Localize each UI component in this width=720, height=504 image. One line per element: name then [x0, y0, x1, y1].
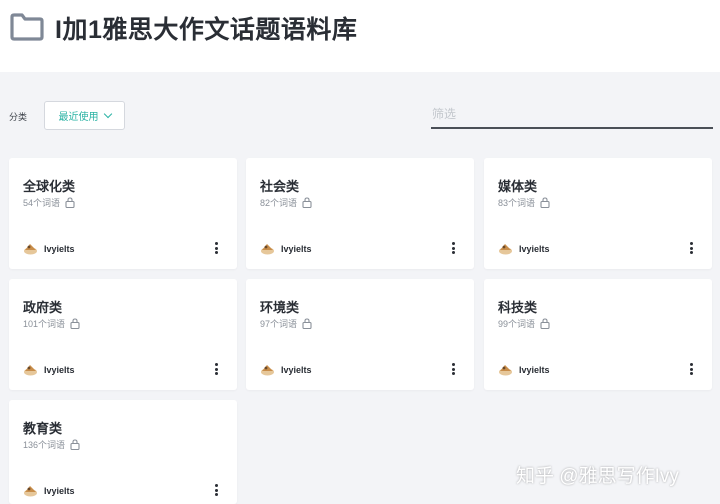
topic-card-globalization[interactable]: 全球化类 54个词语 Ivyielts: [9, 158, 237, 269]
card-author: Ivyielts: [23, 241, 75, 256]
lock-icon: [70, 439, 80, 450]
lock-icon: [65, 197, 75, 208]
avatar: [261, 244, 274, 255]
word-count-text: 136个词语: [23, 440, 66, 450]
avatar: [261, 365, 274, 376]
card-title: 教育类: [23, 421, 63, 436]
avatar: [499, 365, 512, 376]
card-author: Ivyielts: [260, 362, 312, 377]
card-word-count: 101个词语: [23, 317, 80, 330]
sort-dropdown-value: 最近使用: [58, 112, 99, 123]
card-author: Ivyielts: [23, 362, 75, 377]
page-title: I加1雅思大作文话题语料库: [55, 16, 358, 44]
card-author: Ivyielts: [23, 483, 75, 498]
more-vertical-icon[interactable]: [450, 361, 456, 377]
author-name: Ivyielts: [44, 485, 75, 496]
card-word-count: 136个词语: [23, 438, 80, 451]
avatar: [24, 486, 37, 497]
lock-icon: [70, 318, 80, 329]
category-label: 分类: [9, 112, 28, 122]
word-count-text: 101个词语: [23, 319, 66, 329]
topic-card-environment[interactable]: 环境类 97个词语 Ivyielts: [246, 279, 474, 390]
topic-card-education[interactable]: 教育类 136个词语 Ivyielts: [9, 400, 237, 504]
page-header: I加1雅思大作文话题语料库: [0, 0, 720, 72]
author-name: Ivyielts: [281, 243, 312, 254]
author-name: Ivyielts: [281, 364, 312, 375]
word-count-text: 54个词语: [23, 198, 61, 208]
author-name: Ivyielts: [44, 243, 75, 254]
card-author: Ivyielts: [498, 362, 550, 377]
more-vertical-icon[interactable]: [213, 240, 219, 256]
card-title: 社会类: [260, 179, 300, 194]
card-word-count: 97个词语: [260, 317, 312, 330]
author-name: Ivyielts: [44, 364, 75, 375]
card-word-count: 54个词语: [23, 196, 75, 209]
lock-icon: [540, 318, 550, 329]
word-count-text: 83个词语: [498, 198, 536, 208]
card-title: 环境类: [260, 300, 300, 315]
card-author: Ivyielts: [498, 241, 550, 256]
folder-icon: [10, 13, 44, 41]
chevron-down-icon: [103, 109, 112, 119]
author-name: Ivyielts: [519, 243, 550, 254]
topic-card-society[interactable]: 社会类 82个词语 Ivyielts: [246, 158, 474, 269]
topic-card-technology[interactable]: 科技类 99个词语 Ivyielts: [484, 279, 712, 390]
lock-icon: [302, 318, 312, 329]
topic-card-government[interactable]: 政府类 101个词语 Ivyielts: [9, 279, 237, 390]
card-word-count: 83个词语: [498, 196, 550, 209]
card-title: 全球化类: [23, 179, 76, 194]
card-word-count: 82个词语: [260, 196, 312, 209]
word-count-text: 97个词语: [260, 319, 298, 329]
word-count-text: 82个词语: [260, 198, 298, 208]
card-title: 政府类: [23, 300, 63, 315]
more-vertical-icon[interactable]: [450, 240, 456, 256]
more-vertical-icon[interactable]: [688, 240, 694, 256]
avatar: [24, 244, 37, 255]
lock-icon: [540, 197, 550, 208]
avatar: [24, 365, 37, 376]
word-count-text: 99个词语: [498, 319, 536, 329]
author-name: Ivyielts: [519, 364, 550, 375]
card-author: Ivyielts: [260, 241, 312, 256]
more-vertical-icon[interactable]: [213, 482, 219, 498]
card-title: 媒体类: [498, 179, 538, 194]
more-vertical-icon[interactable]: [213, 361, 219, 377]
topic-card-media[interactable]: 媒体类 83个词语 Ivyielts: [484, 158, 712, 269]
sort-dropdown[interactable]: 最近使用: [44, 101, 125, 130]
filter-input[interactable]: [431, 100, 713, 129]
watermark: 知乎 @雅思写作Ivy: [516, 466, 679, 487]
more-vertical-icon[interactable]: [688, 361, 694, 377]
card-title: 科技类: [498, 300, 538, 315]
lock-icon: [302, 197, 312, 208]
card-word-count: 99个词语: [498, 317, 550, 330]
avatar: [499, 244, 512, 255]
